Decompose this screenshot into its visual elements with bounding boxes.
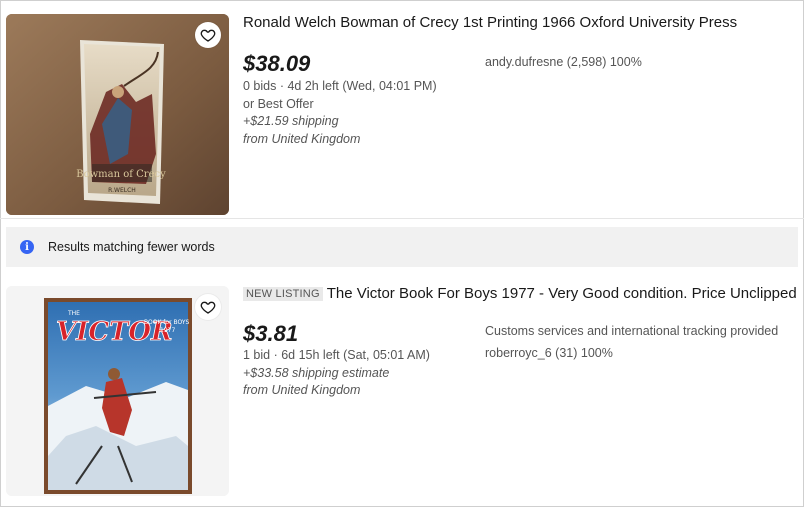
book-cover-image[interactable]: Bowman of Crecy R.WELCH — [6, 14, 229, 215]
listing-item: THE VICTOR BOOK for BOYS 1977 NEW LISTIN… — [0, 272, 804, 507]
watch-heart-button[interactable] — [195, 22, 221, 48]
listing-title-link[interactable]: NEW LISTING The Victor Book For Boys 1977… — [243, 284, 797, 304]
heart-icon — [200, 29, 216, 42]
book-cover-author-text: R.WELCH — [108, 187, 136, 194]
listing-image-container[interactable]: Bowman of Crecy R.WELCH — [6, 14, 229, 215]
listing-price: $3.81 — [243, 321, 299, 346]
bids-time-left: 0 bids · 4d 2h left (Wed, 04:01 PM) — [243, 79, 437, 93]
customs-note: Customs services and international track… — [485, 324, 779, 338]
book-cover-image[interactable]: THE VICTOR BOOK for BOYS 1977 — [6, 286, 229, 496]
seller-info: andy.dufresne (2,598) 100% — [485, 55, 642, 69]
item-location: from United Kingdom — [243, 383, 361, 397]
fewer-words-banner: i Results matching fewer words — [6, 227, 798, 267]
new-listing-badge: NEW LISTING — [243, 287, 323, 301]
book-cover-year-text: 1977 — [160, 327, 175, 334]
listing-title-link[interactable]: Ronald Welch Bowman of Crecy 1st Printin… — [243, 13, 737, 33]
shipping-cost: +$33.58 shipping estimate — [243, 365, 390, 380]
item-location: from United Kingdom — [243, 131, 361, 146]
listing-price: $38.09 — [243, 51, 311, 76]
listing-item: Bowman of Crecy R.WELCH Ronald Welch Bow… — [0, 0, 804, 219]
seller-info: roberroyc_6 (31) 100% — [485, 346, 613, 360]
watch-heart-button[interactable] — [195, 294, 221, 320]
fewer-words-text: Results matching fewer words — [48, 240, 215, 254]
book-cover-sub-text: BOOK for BOYS — [144, 319, 190, 326]
heart-icon — [200, 301, 216, 314]
shipping-cost: +$21.59 shipping — [243, 114, 339, 128]
best-offer-text: or Best Offer — [243, 96, 314, 111]
listing-image-container[interactable]: THE VICTOR BOOK for BOYS 1977 — [6, 286, 229, 496]
book-cover-title-text: Bowman of Crecy — [76, 169, 166, 180]
info-icon: i — [20, 240, 34, 254]
book-cover-the-text: THE — [67, 310, 80, 317]
listing-title-text[interactable]: The Victor Book For Boys 1977 - Very Goo… — [327, 285, 797, 302]
listing-meta: 0 bids · 4d 2h left (Wed, 04:01 PM) or B… — [243, 78, 437, 148]
bids-time-left: 1 bid · 6d 15h left (Sat, 05:01 AM) — [243, 348, 430, 362]
listing-meta: 1 bid · 6d 15h left (Sat, 05:01 AM) +$33… — [243, 347, 430, 400]
